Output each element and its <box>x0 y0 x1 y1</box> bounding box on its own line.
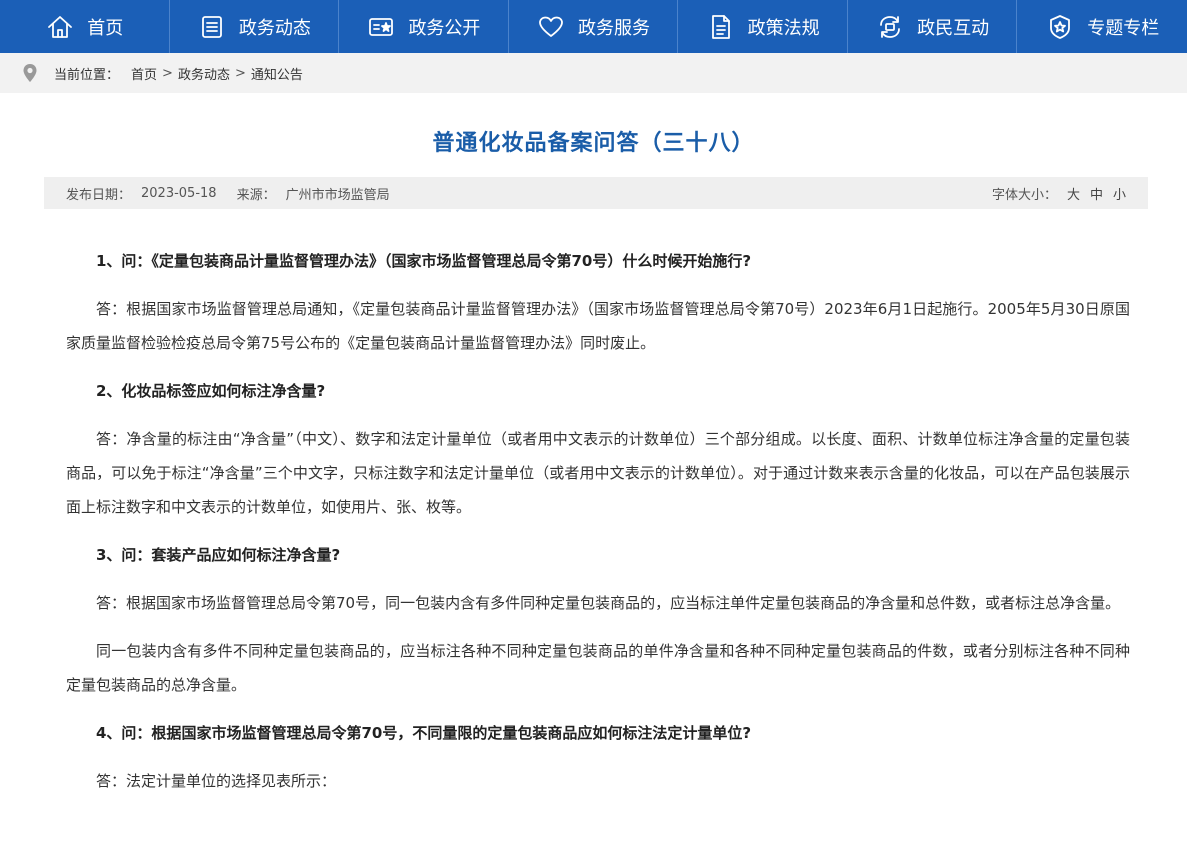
answer-paragraph: 答：法定计量单位的选择见表所示： <box>96 772 337 790</box>
font-size-medium[interactable]: 中 <box>1090 184 1103 203</box>
article-meta: 发布日期： 2023-05-18 来源： 广州市市场监管局 字体大小： 大 中 … <box>44 177 1148 209</box>
nav-label: 政策法规 <box>747 17 820 39</box>
nav-service[interactable]: 政务服务 <box>509 0 679 53</box>
breadcrumb: 当前位置： 首页 > 政务动态 > 通知公告 <box>0 53 1187 93</box>
font-size-controls: 字体大小： 大 中 小 <box>992 184 1126 203</box>
nav-policy[interactable]: 政策法规 <box>678 0 848 53</box>
nav-label: 政务动态 <box>238 17 311 39</box>
location-pin-icon <box>22 63 38 83</box>
home-icon <box>45 12 75 42</box>
question-paragraph: 3、问：套装产品应如何标注净含量? <box>96 546 341 564</box>
question-paragraph: 2、化妆品标签应如何标注净含量? <box>96 382 326 400</box>
breadcrumb-separator: > <box>162 65 173 81</box>
publish-date: 2023-05-18 <box>141 185 217 201</box>
breadcrumb-prefix: 当前位置： <box>54 67 120 83</box>
breadcrumb-news[interactable]: 政务动态 <box>178 64 230 83</box>
nav-label: 政民互动 <box>917 17 990 39</box>
font-size-large[interactable]: 大 <box>1067 184 1080 203</box>
answer-paragraph: 答：净含量的标注由“净含量”（中文）、数字和法定计量单位（或者用中文表示的计数单… <box>66 430 1130 516</box>
nav-interaction[interactable]: 政民互动 <box>848 0 1018 53</box>
nav-label: 政务服务 <box>578 17 651 39</box>
answer-paragraph: 同一包装内含有多件不同种定量包装商品的，应当标注各种不同种定量包装商品的单件净含… <box>66 642 1130 694</box>
breadcrumb-separator: > <box>234 65 246 81</box>
interaction-icon <box>875 12 905 42</box>
breadcrumb-notice[interactable]: 通知公告 <box>251 64 303 83</box>
answer-paragraph: 答：根据国家市场监督管理总局通知，《定量包装商品计量监督管理办法》（国家市场监督… <box>66 300 1130 352</box>
news-icon <box>197 12 227 42</box>
date-label: 发布日期： <box>66 187 132 203</box>
breadcrumb-home[interactable]: 首页 <box>131 64 157 83</box>
font-size-small[interactable]: 小 <box>1113 184 1126 203</box>
id-card-icon <box>366 12 396 42</box>
nav-label: 政务公开 <box>408 17 481 39</box>
nav-label: 专题专栏 <box>1087 17 1160 39</box>
source-value: 广州市市场监管局 <box>285 187 390 203</box>
article-title: 普通化妆品备案问答（三十八） <box>432 131 755 156</box>
font-size-label: 字体大小： <box>991 187 1057 203</box>
article-body: 1、问：《定量包装商品计量监督管理办法》（国家市场监督管理总局令第70号）什么时… <box>66 244 1130 812</box>
nav-news[interactable]: 政务动态 <box>170 0 340 53</box>
badge-icon <box>1045 12 1075 42</box>
nav-special[interactable]: 专题专栏 <box>1017 0 1187 53</box>
question-paragraph: 1、问：《定量包装商品计量监督管理办法》（国家市场监督管理总局令第70号）什么时… <box>96 252 752 270</box>
nav-disclosure[interactable]: 政务公开 <box>339 0 509 53</box>
question-paragraph: 4、问：根据国家市场监督管理总局令第70号，不同量限的定量包装商品应如何标注法定… <box>96 724 752 742</box>
document-icon <box>706 12 736 42</box>
heart-icon <box>536 12 566 42</box>
answer-paragraph: 答：根据国家市场监督管理总局令第70号，同一包装内含有多件同种定量包装商品的，应… <box>96 594 1121 612</box>
main-nav: 首页 政务动态 政务公开 政务服务 政策法规 政民互动 专题专栏 <box>0 0 1187 53</box>
source-label: 来源： <box>236 187 276 203</box>
nav-label: 首页 <box>87 17 124 39</box>
nav-home[interactable]: 首页 <box>0 0 170 53</box>
